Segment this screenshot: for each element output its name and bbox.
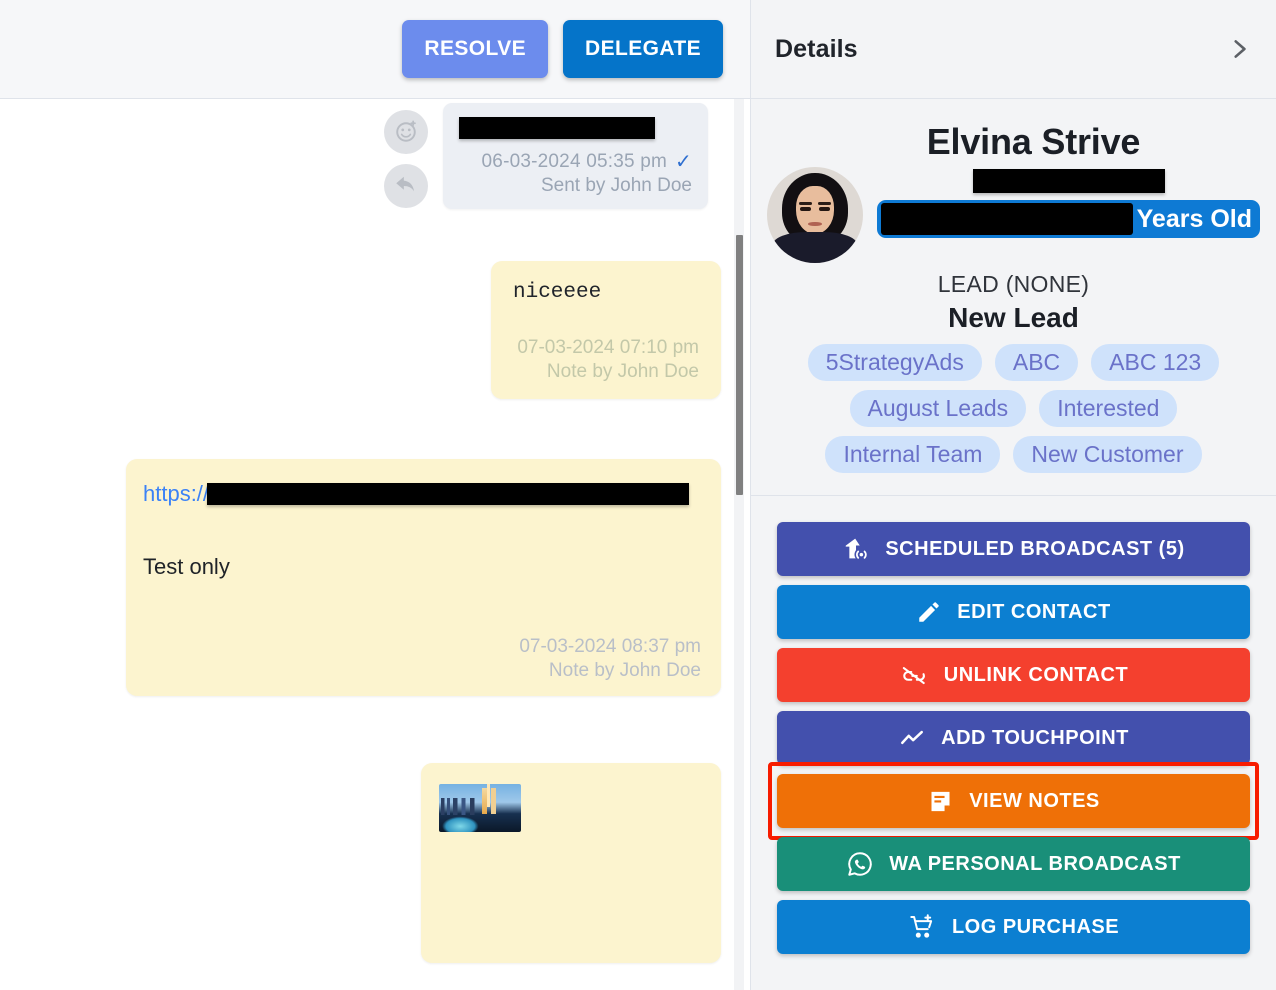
- message-list[interactable]: 06-03-2024 05:35 pm ✓ Sent by John Doe n…: [0, 99, 750, 990]
- note-text: niceeee: [513, 281, 602, 304]
- unlink-contact-label: UNLINK CONTACT: [943, 663, 1129, 686]
- wa-personal-broadcast-button[interactable]: WA PERSONAL BROADCAST: [777, 837, 1250, 891]
- details-title: Details: [775, 34, 858, 63]
- attachment-thumbnail-icon[interactable]: [439, 784, 521, 832]
- add-touchpoint-button[interactable]: ADD TOUCHPOINT: [777, 711, 1250, 765]
- contact-identity-row: Years Old: [767, 159, 1260, 263]
- note-link-line: https://: [143, 481, 701, 507]
- note-bubble-attachment: [421, 763, 721, 963]
- edit-contact-button[interactable]: EDIT CONTACT: [777, 585, 1250, 639]
- note-row: https:// Test only 07-03-2024 08:37 pm N…: [20, 459, 730, 696]
- add-cart-icon: [908, 913, 937, 941]
- add-touchpoint-label: ADD TOUCHPOINT: [941, 726, 1129, 749]
- details-header: Details: [751, 0, 1276, 99]
- note-icon: [927, 788, 954, 815]
- scheduled-broadcast-label: SCHEDULED BROADCAST (5): [885, 537, 1185, 560]
- reply-icon[interactable]: [384, 164, 428, 208]
- chevron-right-icon[interactable]: [1226, 32, 1252, 66]
- note-timestamp: 07-03-2024 08:37 pm: [519, 636, 701, 657]
- note-author: Note by John Doe: [548, 660, 701, 681]
- contact-fields: Years Old: [877, 159, 1260, 238]
- message-row: 06-03-2024 05:35 pm ✓ Sent by John Doe: [20, 103, 730, 209]
- redacted-contact-phone: [972, 169, 1165, 193]
- note-row: niceeee 07-03-2024 07:10 pm Note by John…: [20, 261, 730, 399]
- whatsapp-icon: [846, 850, 874, 878]
- view-notes-label: VIEW NOTES: [969, 789, 1100, 812]
- tag-chip[interactable]: ABC 123: [1091, 344, 1220, 381]
- delegate-button[interactable]: DELEGATE: [563, 20, 723, 78]
- tag-chip[interactable]: Internal Team: [825, 436, 1001, 473]
- note-bubble: https:// Test only 07-03-2024 08:37 pm N…: [126, 459, 721, 696]
- broken-link-icon: [899, 662, 929, 688]
- note-author: Note by John Doe: [546, 361, 699, 382]
- contact-summary: Elvina Strive Years Old LEAD (NONE) New …: [751, 99, 1276, 496]
- view-notes-button[interactable]: VIEW NOTES: [768, 762, 1259, 840]
- conversation-pane: RESOLVE DELEGATE 06-03-2024 05:35 pm ✓ S…: [0, 0, 750, 990]
- contact-actions: SCHEDULED BROADCAST (5) EDIT CONTACT UNL…: [751, 496, 1276, 954]
- message-author: Sent by John Doe: [540, 175, 692, 196]
- conversation-scrollbar-thumb[interactable]: [736, 235, 743, 495]
- wa-personal-broadcast-label: WA PERSONAL BROADCAST: [889, 852, 1181, 875]
- contact-tags: 5StrategyAds ABC ABC 123 August Leads In…: [767, 344, 1260, 473]
- edit-contact-label: EDIT CONTACT: [957, 600, 1111, 623]
- log-purchase-label: LOG PURCHASE: [951, 915, 1120, 938]
- log-purchase-button[interactable]: LOG PURCHASE: [777, 900, 1250, 954]
- resolve-button[interactable]: RESOLVE: [402, 20, 549, 78]
- redacted-message-body: [459, 117, 655, 139]
- add-reaction-icon[interactable]: [384, 110, 428, 154]
- pencil-icon: [916, 599, 942, 625]
- conversation-toolbar: RESOLVE DELEGATE: [0, 0, 750, 99]
- note-bubble: niceeee 07-03-2024 07:10 pm Note by John…: [491, 261, 721, 399]
- redacted-age-value: [881, 203, 1133, 235]
- age-badge-label: Years Old: [1136, 204, 1252, 233]
- details-panel: Details Elvina Strive Years Old LEAD (NO…: [750, 0, 1276, 990]
- note-row: [20, 763, 730, 963]
- broadcast-icon: [842, 535, 870, 563]
- tag-chip[interactable]: New Customer: [1013, 436, 1202, 473]
- note-link[interactable]: https://: [143, 481, 209, 507]
- message-actions: [384, 110, 428, 208]
- message-bubble: 06-03-2024 05:35 pm ✓ Sent by John Doe: [443, 103, 708, 209]
- scheduled-broadcast-button[interactable]: SCHEDULED BROADCAST (5): [777, 522, 1250, 576]
- unlink-contact-button[interactable]: UNLINK CONTACT: [777, 648, 1250, 702]
- tag-chip[interactable]: ABC: [994, 344, 1079, 381]
- age-badge: Years Old: [877, 200, 1260, 238]
- lead-type-label: LEAD (NONE): [937, 271, 1090, 297]
- tag-chip[interactable]: 5StrategyAds: [807, 344, 982, 381]
- avatar: [767, 167, 863, 263]
- tag-chip[interactable]: August Leads: [849, 390, 1027, 427]
- tag-chip[interactable]: Interested: [1039, 390, 1178, 427]
- message-timestamp-row: 06-03-2024 05:35 pm ✓: [459, 151, 692, 173]
- lead-status: New Lead: [948, 302, 1079, 333]
- contact-name: Elvina Strive: [926, 121, 1141, 162]
- redacted-note-link: [207, 483, 690, 505]
- note-text: Test only: [143, 554, 230, 579]
- message-timestamp: 06-03-2024 05:35 pm: [481, 151, 668, 172]
- note-timestamp: 07-03-2024 07:10 pm: [517, 337, 699, 358]
- conversation-scrollbar-track[interactable]: [734, 99, 744, 990]
- app-root: RESOLVE DELEGATE 06-03-2024 05:35 pm ✓ S…: [0, 0, 1276, 990]
- trend-line-icon: [898, 725, 926, 751]
- check-icon: ✓: [675, 151, 692, 173]
